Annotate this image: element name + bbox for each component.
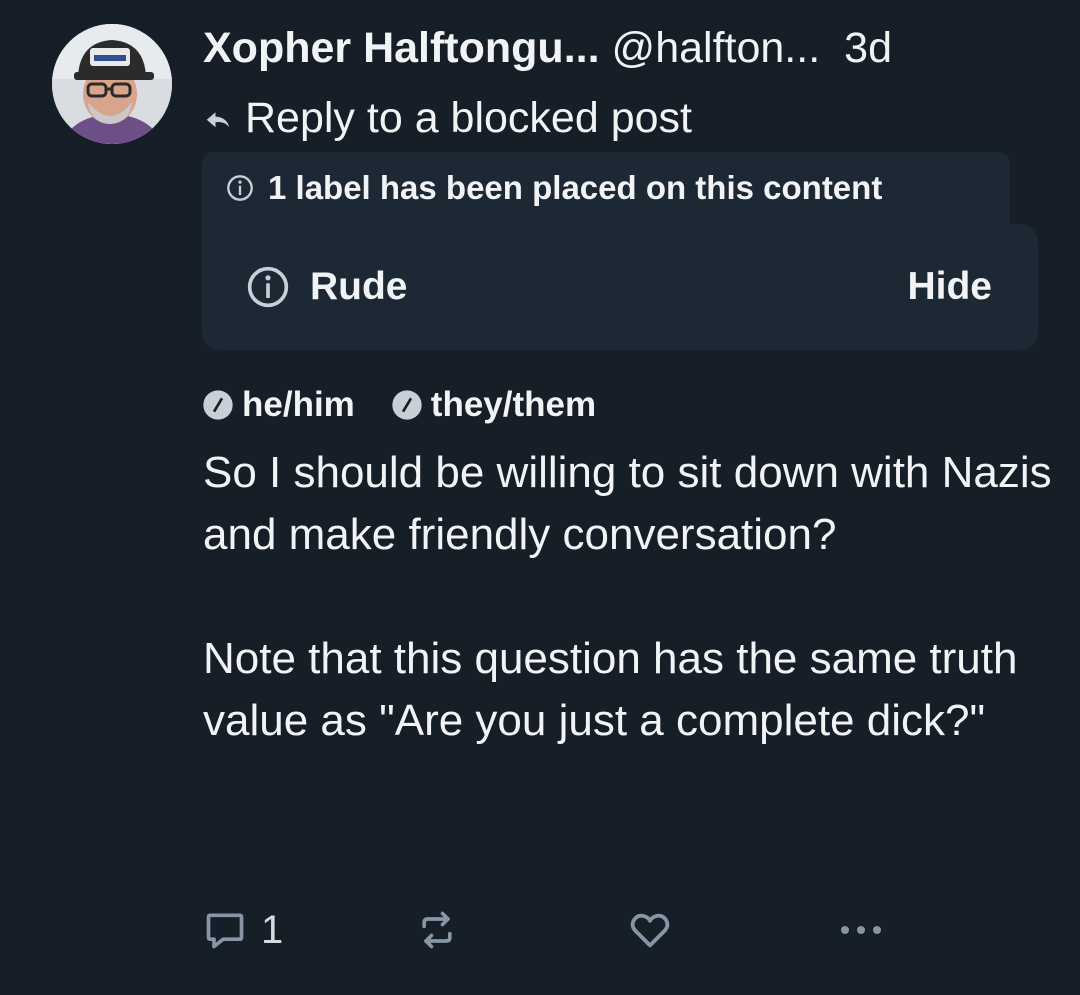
pronoun-badge[interactable]: they/them (391, 385, 596, 425)
reply-button[interactable]: 1 (203, 905, 283, 955)
info-icon (247, 266, 289, 308)
comment-icon (206, 913, 244, 949)
heart-icon (630, 913, 670, 948)
more-options-button[interactable] (837, 905, 885, 955)
user-avatar-photo (52, 24, 172, 144)
reply-context-text: Reply to a blocked post (245, 93, 692, 142)
post-actions: 1 (203, 905, 903, 955)
reply-context[interactable]: Reply to a blocked post (203, 92, 692, 144)
post-body: So I should be willing to sit down with … (203, 448, 1052, 745)
info-icon (227, 175, 253, 201)
pronoun-text: they/them (430, 385, 597, 424)
author-display-name[interactable]: Xopher Halftongu... (203, 22, 600, 74)
reply-arrow-icon (206, 112, 230, 128)
post-header: Xopher Halftongu... @halfton... 3d (203, 22, 1053, 74)
pronoun-badge-icon (392, 390, 422, 420)
avatar[interactable] (52, 24, 172, 144)
pronoun-badge-icon (203, 390, 233, 420)
pronoun-text: he/him (242, 385, 355, 424)
hide-button[interactable]: Hide (907, 265, 992, 309)
like-button[interactable] (627, 905, 673, 955)
post-timestamp[interactable]: 3d (844, 22, 892, 74)
post[interactable]: Xopher Halftongu... @halfton... 3d Reply… (0, 0, 1080, 995)
moderation-notice[interactable]: 1 label has been placed on this content (202, 152, 1010, 224)
repost-button[interactable] (415, 905, 459, 955)
moderation-notice-text: 1 label has been placed on this content (268, 169, 883, 206)
moderation-label-row: Rude Hide (202, 224, 1038, 350)
author-handle[interactable]: @halfton... (612, 22, 821, 74)
pronoun-badge[interactable]: he/him (202, 385, 355, 425)
repost-icon (422, 911, 452, 949)
label-name[interactable]: Rude (310, 265, 408, 309)
reply-count: 1 (261, 907, 284, 952)
more-options-icon (841, 926, 881, 934)
pronoun-badges: he/him they/them (202, 382, 596, 428)
